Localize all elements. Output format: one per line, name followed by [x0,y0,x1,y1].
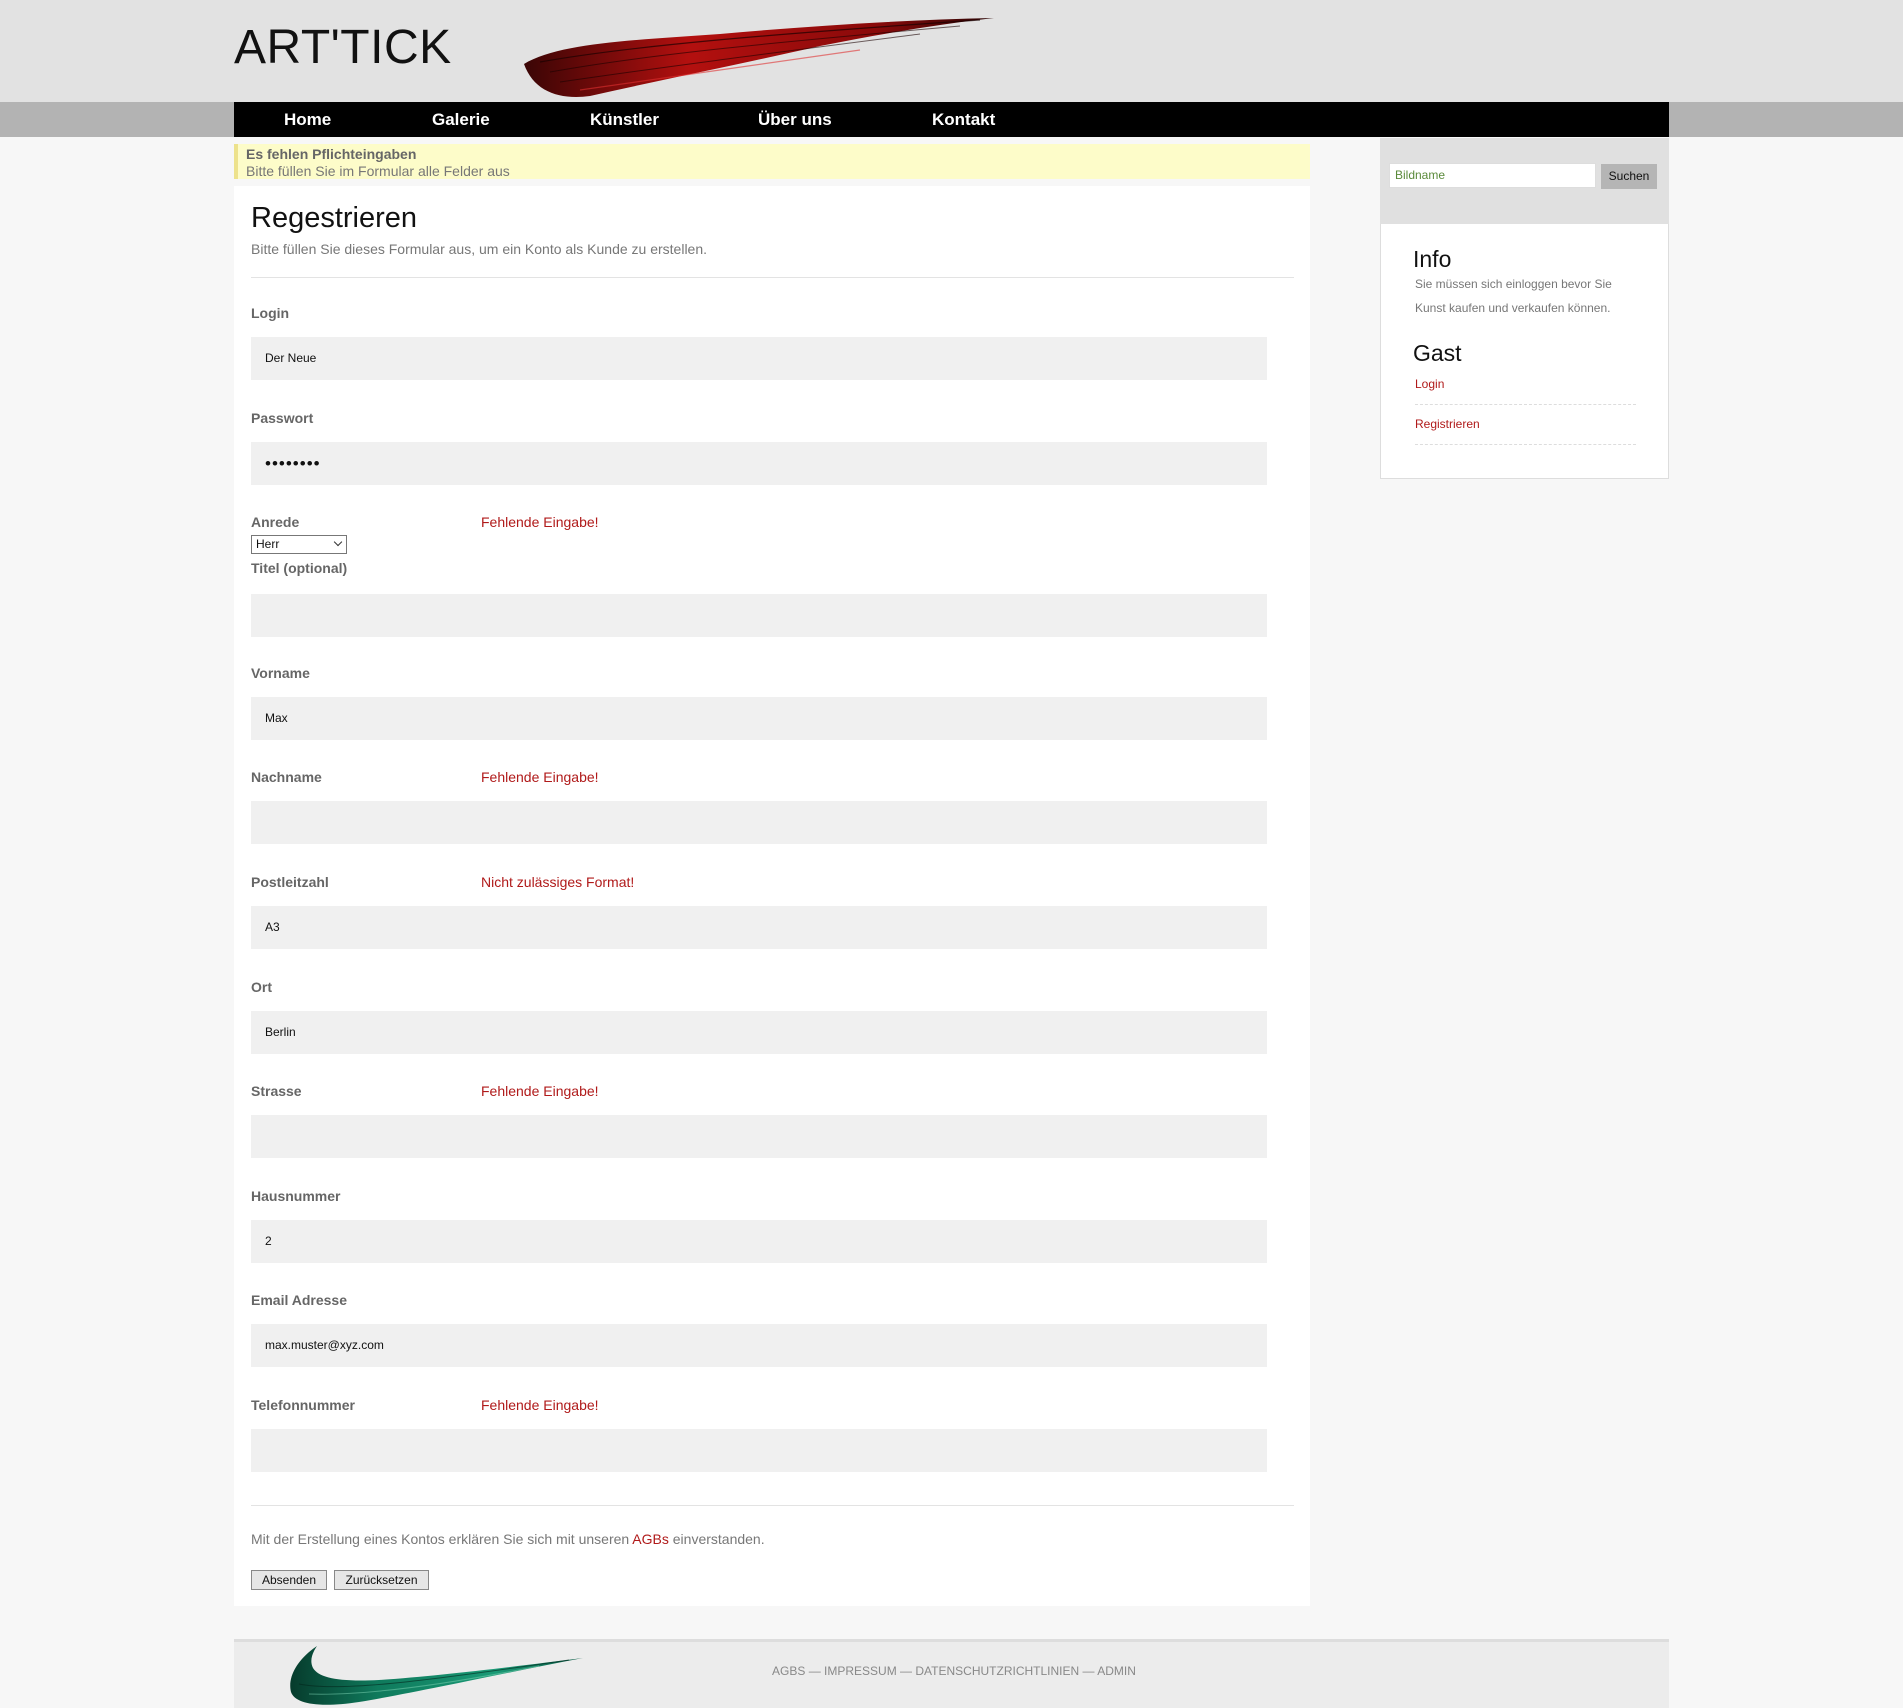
terms-text: Mit der Erstellung eines Kontos erklären… [251,1531,765,1547]
info-text: Sie müssen sich einloggen bevor Sie Kuns… [1415,277,1612,315]
titel-label: Titel (optional) [251,560,348,576]
green-brushstroke-icon [290,1646,583,1705]
divider [1415,444,1636,445]
strasse-input[interactable] [251,1115,1267,1158]
strasse-label: Strasse [251,1083,302,1099]
login-label: Login [251,305,290,321]
info-panel: Info Sie müssen sich einloggen bevor Sie… [1380,224,1669,479]
alert-title: Es fehlen Pflichteingaben [246,146,417,162]
footer-separator: — [1079,1664,1098,1678]
terms-after: einverstanden. [668,1531,765,1547]
anrede-select[interactable]: Herr [251,535,347,554]
nav-kontakt[interactable]: Kontakt [932,102,995,137]
password-input[interactable]: •••••••• [251,442,1267,485]
vorname-input[interactable]: Max [251,697,1267,740]
plz-error: Nicht zulässiges Format! [481,874,635,890]
nav-galerie[interactable]: Galerie [432,102,490,137]
search-panel: Bildname Suchen [1380,138,1669,224]
nachname-label: Nachname [251,769,322,785]
divider [251,277,1294,278]
footer-separator: — [805,1664,825,1678]
email-input[interactable]: max.muster@xyz.com [251,1324,1267,1367]
footer-separator: — [896,1664,916,1678]
hausnummer-label: Hausnummer [251,1188,341,1204]
sidebar-register-link[interactable]: Registrieren [1415,417,1480,431]
sidebar-login-link[interactable]: Login [1415,377,1444,391]
footer: AGBS — IMPRESSUM — DATENSCHUTZRICHTLINIE… [234,1639,1669,1708]
email-label: Email Adresse [251,1292,347,1308]
password-label: Passwort [251,410,314,426]
guest-title: Gast [1413,340,1462,366]
reset-button[interactable]: Zurücksetzen [334,1570,429,1590]
nav-ueber-uns[interactable]: Über uns [758,102,832,137]
titel-input[interactable] [251,594,1267,637]
footer-link-agbs[interactable]: AGBS [772,1664,805,1678]
nachname-input[interactable] [251,801,1267,844]
nav-kuenstler[interactable]: Künstler [590,102,659,137]
strasse-error: Fehlende Eingabe! [481,1083,599,1099]
plz-label: Postleitzahl [251,874,329,890]
divider [251,1505,1294,1506]
footer-link-datenschutz[interactable]: DATENSCHUTZRICHTLINIEN [915,1664,1079,1678]
main-nav: Home Galerie Künstler Über uns Kontakt [234,102,1669,137]
divider [1415,404,1636,405]
page-subtitle: Bitte füllen Sie dieses Formular aus, um… [251,241,708,257]
page-title: Regestrieren [251,202,418,234]
error-alert: Es fehlen Pflichteingaben Bitte füllen S… [234,144,1310,179]
site-logo[interactable]: ART'TICK [234,20,452,75]
red-brushstroke-icon [524,18,994,97]
vorname-label: Vorname [251,665,310,681]
terms-before: Mit der Erstellung eines Kontos erklären… [251,1531,633,1547]
ort-label: Ort [251,979,272,995]
agbs-link[interactable]: AGBs [632,1531,669,1547]
chevron-down-icon [333,537,343,547]
telefon-label: Telefonnummer [251,1397,355,1413]
search-input[interactable]: Bildname [1389,163,1596,188]
ort-input[interactable]: Berlin [251,1011,1267,1054]
info-title: Info [1413,246,1452,272]
nav-home[interactable]: Home [284,102,331,137]
hausnummer-input[interactable]: 2 [251,1220,1267,1263]
telefon-input[interactable] [251,1429,1267,1472]
footer-links: AGBS — IMPRESSUM — DATENSCHUTZRICHTLINIE… [772,1664,1136,1678]
anrede-label: Anrede [251,514,300,530]
registration-form: Regestrieren Bitte füllen Sie dieses For… [234,186,1310,1606]
login-input[interactable]: Der Neue [251,337,1267,380]
telefon-error: Fehlende Eingabe! [481,1397,599,1413]
nachname-error: Fehlende Eingabe! [481,769,599,785]
footer-link-admin[interactable]: ADMIN [1097,1664,1136,1678]
anrede-selected-value: Herr [256,537,280,551]
anrede-error: Fehlende Eingabe! [481,514,599,530]
alert-text: Bitte füllen Sie im Formular alle Felder… [246,163,510,179]
search-button[interactable]: Suchen [1601,164,1657,189]
plz-input[interactable]: A3 [251,906,1267,949]
submit-button[interactable]: Absenden [251,1570,327,1590]
footer-link-impressum[interactable]: IMPRESSUM [824,1664,897,1678]
